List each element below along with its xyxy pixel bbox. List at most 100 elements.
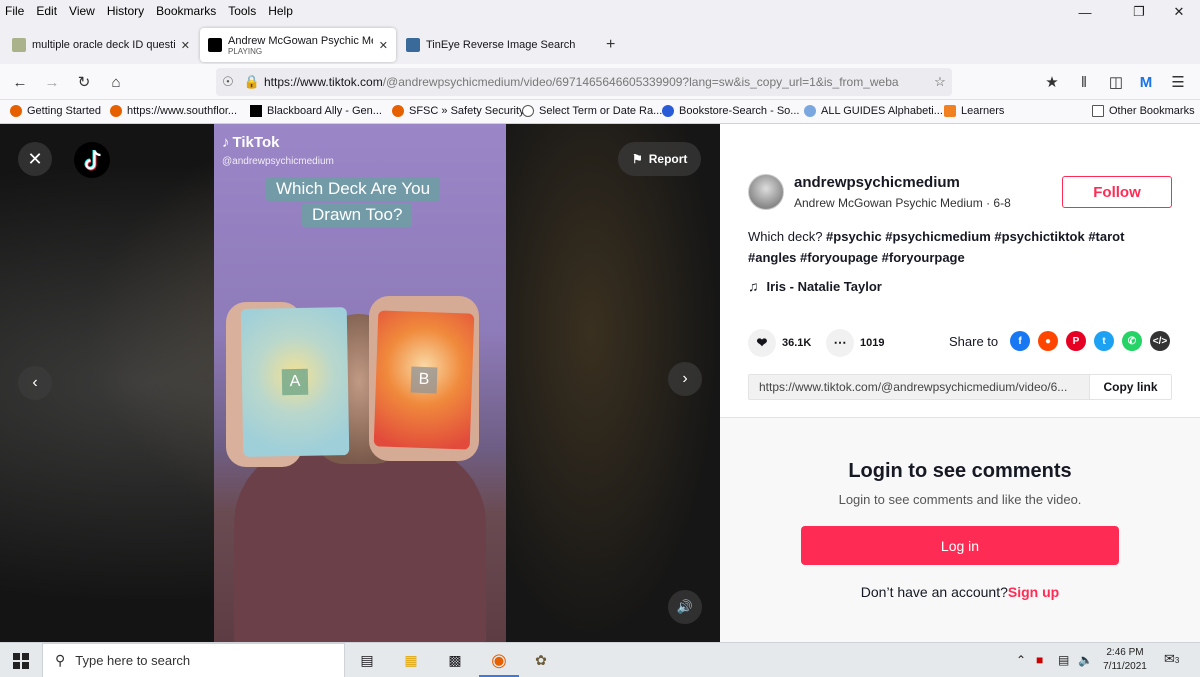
next-video-icon[interactable]: ›	[668, 362, 702, 396]
no-account-text: Don’t have an account?	[860, 584, 1008, 600]
bookmark-label: Getting Started	[27, 105, 101, 117]
system-clock[interactable]: 2:46 PM 7/11/2021	[1097, 646, 1153, 674]
like-count: 36.1K	[782, 337, 812, 349]
video-player[interactable]: A B ♪ TikTok @andrewpsychicmedium Which D…	[214, 124, 506, 642]
firefox-icon	[10, 105, 22, 117]
extension-icon[interactable]: M	[1136, 72, 1156, 92]
embed-icon[interactable]: </>	[1150, 331, 1170, 351]
volume-icon[interactable]: 🔊	[668, 590, 702, 624]
share-to-label: Share to	[949, 334, 999, 349]
bookstore-icon	[662, 105, 674, 117]
file-explorer-icon[interactable]: ▦	[400, 649, 422, 671]
facebook-icon[interactable]: f	[1010, 331, 1030, 351]
share-link-text[interactable]: https://www.tiktok.com/@andrewpsychicmed…	[749, 375, 1089, 399]
close-window-icon[interactable]: ✕	[1156, 0, 1200, 24]
windows-start-icon[interactable]	[0, 643, 42, 677]
clock-date: 7/11/2021	[1103, 661, 1147, 672]
video-pane: ✕ A B ♪ TikTok @andrewpsychicmedium Which…	[0, 124, 720, 642]
menu-file[interactable]: File	[0, 4, 30, 18]
lock-icon[interactable]: 🔒	[240, 74, 264, 90]
home-icon[interactable]: ⌂	[106, 72, 126, 92]
menu-view[interactable]: View	[63, 4, 101, 18]
tab-title: multiple oracle deck ID questio	[32, 39, 175, 51]
url-text[interactable]: https://www.tiktok.com/@andrewpsychicmed…	[264, 75, 928, 89]
firefox-icon	[392, 105, 404, 117]
reddit-icon[interactable]: ●	[1038, 331, 1058, 351]
search-icon: ⚲	[55, 652, 66, 668]
bookmark-item[interactable]: https://www.southflor...	[110, 105, 237, 117]
library-icon[interactable]: ‖	[1074, 72, 1094, 92]
comment-icon[interactable]: ⋯	[826, 329, 854, 357]
tab-close-icon[interactable]: ✕	[181, 39, 190, 52]
bookmark-item[interactable]: Select Term or Date Ra...	[522, 105, 662, 117]
avatar[interactable]	[748, 174, 784, 210]
network-tray-icon[interactable]: ▤	[1058, 653, 1069, 667]
menu-help[interactable]: Help	[262, 4, 299, 18]
signup-link[interactable]: Sign up	[1008, 584, 1059, 600]
copy-link-button[interactable]: Copy link	[1089, 375, 1171, 399]
hashtags-line2[interactable]: #angles #foryoupage #foryourpage	[748, 250, 965, 265]
bookmark-label: ALL GUIDES Alphabeti...	[821, 105, 943, 117]
report-button[interactable]: ⚑ Report	[618, 142, 702, 176]
follow-button[interactable]: Follow	[1062, 176, 1172, 208]
video-handle: @andrewpsychicmedium	[222, 156, 334, 167]
minimize-icon[interactable]: —	[1062, 0, 1108, 24]
acrobat-tray-icon[interactable]: ■	[1036, 653, 1043, 667]
tiktok-watermark: ♪ TikTok	[222, 134, 279, 151]
card-b-label: B	[410, 366, 438, 394]
bookmark-item[interactable]: Learners	[944, 105, 1004, 117]
hamburger-menu-icon[interactable]: ☰	[1168, 72, 1188, 92]
volume-tray-icon[interactable]: 🔈	[1078, 653, 1093, 667]
shield-icon[interactable]: ☉	[216, 74, 240, 90]
whatsapp-icon[interactable]: ✆	[1122, 331, 1142, 351]
url-bar[interactable]: ☉ 🔒 https://www.tiktok.com/@andrewpsychi…	[216, 68, 952, 96]
tray-expand-icon[interactable]: ⌃	[1016, 653, 1026, 667]
forward-icon[interactable]: →	[42, 72, 62, 92]
tab-oracle-deck[interactable]: multiple oracle deck ID questio ✕	[4, 28, 198, 62]
bookmark-item[interactable]: ALL GUIDES Alphabeti...	[804, 105, 943, 117]
other-bookmarks[interactable]: Other Bookmarks	[1092, 105, 1195, 117]
bookmark-label: Bookstore-Search - So...	[679, 105, 800, 117]
navigation-bar: ← → ↻ ⌂ ☉ 🔒 https://www.tiktok.com/@andr…	[0, 64, 1200, 100]
twitter-icon[interactable]: t	[1094, 331, 1114, 351]
hashtags-line1[interactable]: #psychic #psychicmedium #psychictiktok #…	[826, 229, 1124, 244]
menu-tools[interactable]: Tools	[222, 4, 262, 18]
new-tab-icon[interactable]: +	[606, 36, 615, 54]
menu-history[interactable]: History	[101, 4, 150, 18]
back-icon[interactable]: ←	[10, 72, 30, 92]
like-stat[interactable]: ❤ 36.1K	[748, 329, 811, 357]
d2l-icon	[944, 105, 956, 117]
previous-video-icon[interactable]: ‹	[18, 366, 52, 400]
username[interactable]: andrewpsychicmedium	[794, 174, 960, 191]
clock-time: 2:46 PM	[1106, 647, 1144, 658]
tab-tineye[interactable]: TinEye Reverse Image Search	[398, 28, 594, 62]
tiktok-note-icon: ♪	[222, 134, 230, 151]
taskbar-search-input[interactable]: ⚲ Type here to search	[42, 643, 345, 677]
bookmark-star-icon[interactable]: ☆	[928, 74, 952, 90]
heart-icon[interactable]: ❤	[748, 329, 776, 357]
turtle-app-icon[interactable]: ✿	[530, 649, 552, 671]
tab-tiktok[interactable]: Andrew McGowan Psychic Med PLAYING ✕	[200, 28, 396, 62]
task-view-icon[interactable]: ▤	[356, 649, 378, 671]
video-person-shirt	[234, 444, 486, 642]
login-button[interactable]: Log in	[801, 526, 1119, 565]
pinterest-icon[interactable]: P	[1066, 331, 1086, 351]
menu-bookmarks[interactable]: Bookmarks	[150, 4, 222, 18]
sidebar-icon[interactable]: ◫	[1106, 72, 1126, 92]
comment-stat[interactable]: ⋯ 1019	[826, 329, 884, 357]
pocket-icon[interactable]: ★	[1042, 72, 1062, 92]
store-icon[interactable]: ▩	[444, 649, 466, 671]
music-link[interactable]: ♫ Iris - Natalie Taylor	[748, 278, 882, 294]
menu-edit[interactable]: Edit	[30, 4, 63, 18]
close-video-icon[interactable]: ✕	[18, 142, 52, 176]
firefox-taskbar-icon[interactable]: ◉	[488, 649, 510, 671]
bookmark-item[interactable]: Getting Started	[10, 105, 101, 117]
tab-close-icon[interactable]: ✕	[379, 39, 388, 52]
bookmark-item[interactable]: Blackboard Ally - Gen...	[250, 105, 382, 117]
bookmark-item[interactable]: Bookstore-Search - So...	[662, 105, 799, 117]
tiktok-logo-icon[interactable]	[74, 142, 110, 178]
reload-icon[interactable]: ↻	[74, 72, 94, 92]
url-path: /@andrewpsychicmedium/video/697146564660…	[382, 75, 899, 89]
bookmark-item[interactable]: SFSC » Safety Security	[392, 105, 525, 117]
notification-center-icon[interactable]: ✉3	[1164, 651, 1179, 667]
